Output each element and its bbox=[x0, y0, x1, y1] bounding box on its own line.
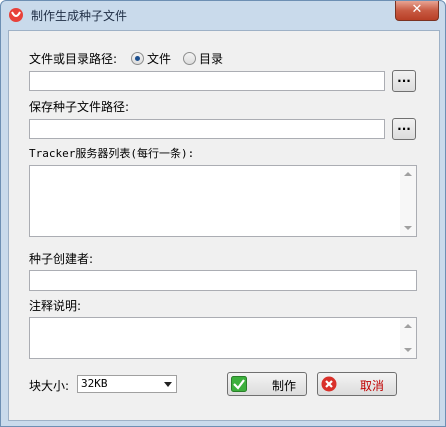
tracker-list-textarea[interactable] bbox=[29, 165, 417, 237]
tracker-scrollbar[interactable] bbox=[400, 166, 416, 236]
close-button[interactable]: ✕ bbox=[395, 1, 439, 21]
save-browse-button[interactable]: ... bbox=[392, 118, 416, 140]
scroll-down-arrow-icon[interactable] bbox=[404, 348, 412, 352]
block-size-select[interactable]: 32KB bbox=[77, 375, 177, 393]
radio-file[interactable] bbox=[131, 52, 144, 65]
scroll-down-arrow-icon[interactable] bbox=[404, 226, 412, 230]
chevron-down-icon bbox=[164, 382, 172, 387]
source-path-input[interactable] bbox=[29, 71, 385, 91]
scroll-up-arrow-icon[interactable] bbox=[404, 172, 412, 176]
save-path-input[interactable] bbox=[29, 119, 385, 139]
comment-label: 注释说明: bbox=[29, 299, 82, 313]
cancel-button-label: 取消 bbox=[360, 379, 385, 393]
app-logo-icon bbox=[9, 8, 23, 22]
source-path-label: 文件或目录路径: bbox=[29, 52, 118, 66]
make-button-label: 制作 bbox=[272, 379, 297, 393]
scroll-up-arrow-icon[interactable] bbox=[404, 324, 412, 328]
title-bar[interactable]: 制作生成种子文件 ✕ bbox=[1, 1, 445, 29]
creator-label: 种子创建者: bbox=[29, 252, 94, 266]
comment-scrollbar[interactable] bbox=[400, 318, 416, 358]
dialog-body: 文件或目录路径: 文件 目录 ... 保存种子文件路径: ... Tracker… bbox=[8, 30, 440, 421]
save-path-label: 保存种子文件路径: bbox=[29, 100, 130, 114]
block-size-value: 32KB bbox=[81, 377, 108, 390]
radio-directory[interactable] bbox=[183, 52, 196, 65]
make-button[interactable]: 制作 bbox=[227, 372, 307, 396]
cancel-icon bbox=[321, 376, 337, 392]
tracker-list-label: Tracker服务器列表(每行一条): bbox=[29, 147, 195, 160]
dialog-window: 制作生成种子文件 ✕ 文件或目录路径: 文件 目录 ... 保存种子文件路径: … bbox=[0, 0, 446, 427]
window-title: 制作生成种子文件 bbox=[31, 9, 128, 23]
creator-input[interactable] bbox=[29, 270, 417, 291]
comment-textarea[interactable] bbox=[29, 317, 417, 359]
source-browse-button[interactable]: ... bbox=[392, 70, 416, 92]
radio-directory-label: 目录 bbox=[199, 52, 224, 66]
block-size-label: 块大小: bbox=[29, 379, 70, 393]
radio-file-label: 文件 bbox=[147, 52, 172, 66]
check-icon bbox=[231, 376, 247, 392]
cancel-button[interactable]: 取消 bbox=[317, 372, 397, 396]
